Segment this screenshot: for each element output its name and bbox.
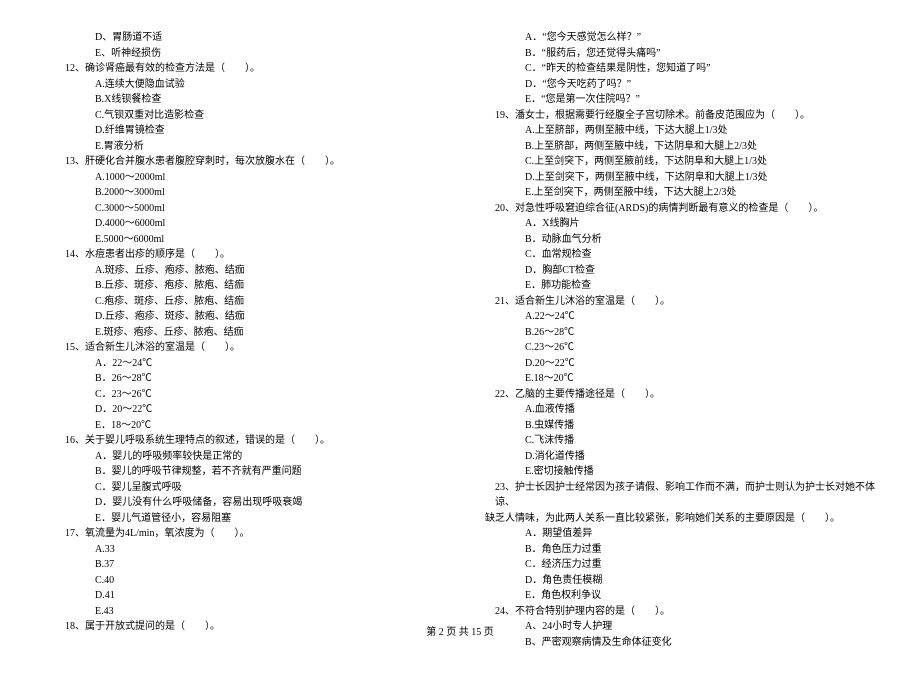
q19-opt-a: A.上至脐部，两侧至腋中线，下达大腿上1/3处	[485, 123, 880, 139]
q20-opt-d: D．胸部CT检查	[485, 263, 880, 279]
q14-stem: 14、水痘患者出疹的顺序是（ ）。	[55, 247, 450, 263]
q18-opt-a: A．“您今天感觉怎么样？”	[485, 30, 880, 46]
q13-opt-d: D.4000～6000ml	[55, 216, 450, 232]
q19-stem: 19、潘女士，根据需要行经腹全子宫切除术。前备皮范围应为（ ）。	[485, 108, 880, 124]
q23-opt-a: A．期望值差异	[485, 526, 880, 542]
q18-opt-c: C．“昨天的检查结果是阴性，您知道了吗”	[485, 61, 880, 77]
q21-opt-a: A.22～24℃	[485, 309, 880, 325]
q12-opt-d: D.纤维胃镜检查	[55, 123, 450, 139]
q22-opt-b: B.虫媒传播	[485, 418, 880, 434]
q15-opt-b: B．26～28℃	[55, 371, 450, 387]
q16-opt-a: A．婴儿的呼吸频率较快是正常的	[55, 449, 450, 465]
q19-opt-d: D.上至剑突下，两侧至腋中线，下达阴阜和大腿上1/3处	[485, 170, 880, 186]
q12-opt-b: B.X线钡餐检查	[55, 92, 450, 108]
q18-opt-d: D．“您今天吃药了吗？”	[485, 77, 880, 93]
q23-stem-line1: 23、护士长因护士经常因为孩子请假、影响工作而不满，而护士则认为护士长对她不体谅…	[485, 480, 880, 511]
q22-opt-d: D.消化道传播	[485, 449, 880, 465]
q21-opt-c: C.23～26℃	[485, 340, 880, 356]
q17-opt-e: E.43	[55, 604, 450, 620]
q19-opt-c: C.上至剑突下，两侧至腋前线，下达阴阜和大腿上1/3处	[485, 154, 880, 170]
right-column: A．“您今天感觉怎么样？” B．“服药后，您还觉得头痛吗” C．“昨天的检查结果…	[485, 30, 880, 650]
q20-opt-e: E．肺功能检查	[485, 278, 880, 294]
q12-stem: 12、确诊肾癌最有效的检查方法是（ ）。	[55, 61, 450, 77]
left-column: D、胃肠道不适 E、听神经损伤 12、确诊肾癌最有效的检查方法是（ ）。 A.连…	[55, 30, 450, 650]
q14-opt-d: D.丘疹、疱疹、斑疹、脓疱、结痂	[55, 309, 450, 325]
q20-stem: 20、对急性呼吸窘迫综合征(ARDS)的病情判断最有意义的检查是（ ）。	[485, 201, 880, 217]
q17-stem: 17、氧流量为4L/min，氧浓度为（ ）。	[55, 526, 450, 542]
q15-opt-e: E．18～20℃	[55, 418, 450, 434]
q22-stem: 22、乙脑的主要传播途径是（ ）。	[485, 387, 880, 403]
q16-opt-b: B．婴儿的呼吸节律规整，若不齐就有严重问题	[55, 464, 450, 480]
q16-opt-c: C．婴儿呈腹式呼吸	[55, 480, 450, 496]
q22-opt-e: E.密切接触传播	[485, 464, 880, 480]
q23-opt-d: D．角色责任模糊	[485, 573, 880, 589]
q13-opt-e: E.5000～6000ml	[55, 232, 450, 248]
q17-opt-a: A.33	[55, 542, 450, 558]
q13-opt-b: B.2000～3000ml	[55, 185, 450, 201]
q20-opt-c: C．血常规检查	[485, 247, 880, 263]
q18-opt-e: E．“您是第一次住院吗？”	[485, 92, 880, 108]
q23-opt-b: B．角色压力过重	[485, 542, 880, 558]
q11-opt-e: E、听神经损伤	[55, 46, 450, 62]
q23-opt-c: C．经济压力过重	[485, 557, 880, 573]
q20-opt-b: B．动脉血气分析	[485, 232, 880, 248]
q14-opt-e: E.斑疹、疱疹、丘疹、脓疱、结痂	[55, 325, 450, 341]
q12-opt-e: E.胃液分析	[55, 139, 450, 155]
page-footer: 第 2 页 共 15 页	[0, 623, 920, 638]
q14-opt-c: C.疱疹、斑疹、丘疹、脓疱、结痂	[55, 294, 450, 310]
q16-stem: 16、关于婴儿呼吸系统生理特点的叙述，错误的是（ ）。	[55, 433, 450, 449]
q16-opt-e: E．婴儿气道管径小，容易阻塞	[55, 511, 450, 527]
q12-opt-a: A.连续大便隐血试验	[55, 77, 450, 93]
q19-opt-b: B.上至脐部，两侧至腋中线，下达阴阜和大腿上2/3处	[485, 139, 880, 155]
q17-opt-c: C.40	[55, 573, 450, 589]
q12-opt-c: C.气钡双重对比造影检查	[55, 108, 450, 124]
q23-stem-line2: 缺乏人情味，为此两人关系一直比较紧张，影响她们关系的主要原因是（ ）。	[485, 511, 880, 527]
q14-opt-b: B.丘疹、斑疹、疱疹、脓疱、结痂	[55, 278, 450, 294]
q15-opt-c: C．23～26℃	[55, 387, 450, 403]
q18-opt-b: B．“服药后，您还觉得头痛吗”	[485, 46, 880, 62]
q21-opt-b: B.26～28℃	[485, 325, 880, 341]
q15-stem: 15、适合新生儿沐浴的室温是（ ）。	[55, 340, 450, 356]
q15-opt-d: D．20～22℃	[55, 402, 450, 418]
q22-opt-c: C.飞沫传播	[485, 433, 880, 449]
q19-opt-e: E.上至剑突下，两侧至腋中线，下达大腿上2/3处	[485, 185, 880, 201]
q14-opt-a: A.斑疹、丘疹、疱疹、脓疱、结痂	[55, 263, 450, 279]
q20-opt-a: A．X线胸片	[485, 216, 880, 232]
q21-opt-d: D.20～22℃	[485, 356, 880, 372]
q21-opt-e: E.18～20℃	[485, 371, 880, 387]
q23-opt-e: E．角色权利争议	[485, 588, 880, 604]
q22-opt-a: A.血液传播	[485, 402, 880, 418]
q24-stem: 24、不符合特别护理内容的是（ ）。	[485, 604, 880, 620]
q11-opt-d: D、胃肠道不适	[55, 30, 450, 46]
q17-opt-d: D.41	[55, 588, 450, 604]
q21-stem: 21、适合新生儿沐浴的室温是（ ）。	[485, 294, 880, 310]
q13-opt-a: A.1000～2000ml	[55, 170, 450, 186]
q13-stem: 13、肝硬化合并腹水患者腹腔穿刺时，每次放腹水在（ ）。	[55, 154, 450, 170]
q17-opt-b: B.37	[55, 557, 450, 573]
q15-opt-a: A．22～24℃	[55, 356, 450, 372]
q16-opt-d: D．婴儿没有什么呼吸储备，容易出现呼吸衰竭	[55, 495, 450, 511]
q13-opt-c: C.3000～5000ml	[55, 201, 450, 217]
